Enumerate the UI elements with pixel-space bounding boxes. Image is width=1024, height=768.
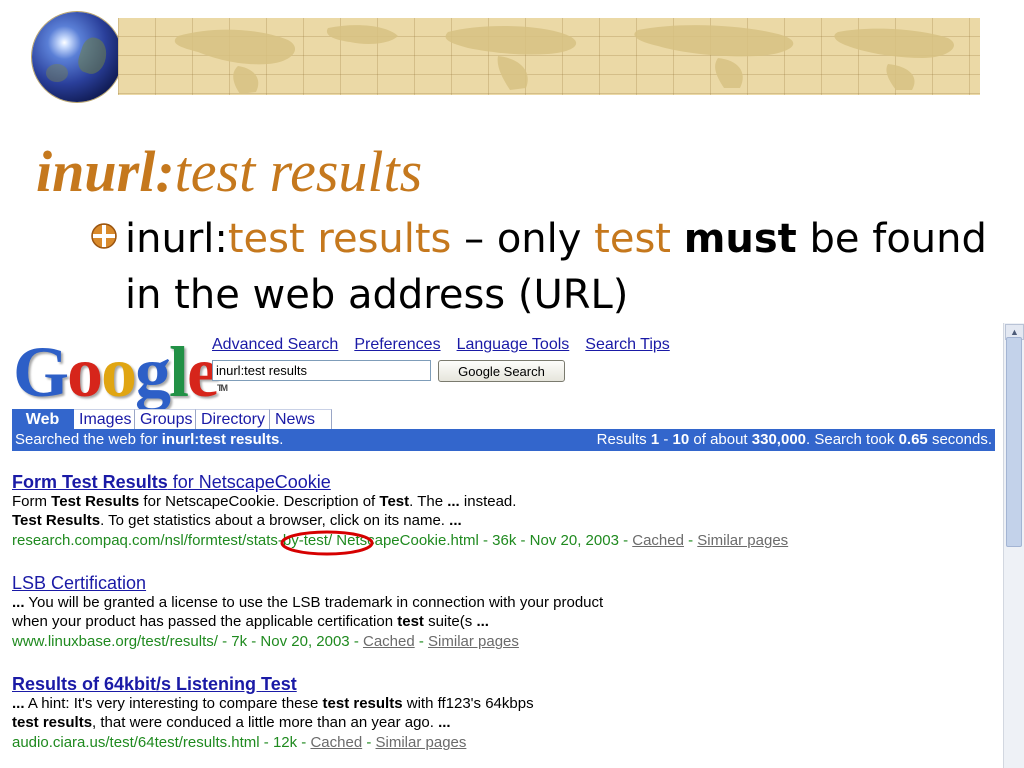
- world-map-banner: [118, 18, 980, 95]
- search-result: Form Test Results for NetscapeCookie For…: [12, 472, 972, 551]
- bullet-icon: [91, 223, 117, 249]
- bullet-test-word: test: [594, 216, 671, 262]
- result-snippet-line: test results, that were conduced a littl…: [12, 713, 972, 732]
- top-links: Advanced Search Preferences Language Tools…: [212, 336, 686, 354]
- cached-link[interactable]: Cached: [363, 633, 415, 650]
- snippet-text: instead.: [459, 493, 517, 510]
- preferences-link[interactable]: Preferences: [354, 336, 440, 353]
- google-results-screenshot: GoogleTM Advanced Search Preferences Langu…: [0, 323, 1024, 768]
- snippet-highlight: test results: [12, 714, 93, 731]
- bullet-text-part: – only: [451, 216, 595, 262]
- search-input[interactable]: [212, 360, 431, 381]
- snippet-text: suite(s: [423, 613, 477, 630]
- snippet-text: You will be granted a license to use the…: [24, 594, 604, 611]
- cached-link[interactable]: Cached: [632, 532, 684, 549]
- bullet-must-word: must: [683, 216, 797, 262]
- bullet-space: [671, 216, 684, 262]
- trademark-label: TM: [217, 383, 228, 393]
- red-ellipse-highlight: [280, 530, 374, 556]
- snippet-highlight: Test Results: [12, 512, 101, 529]
- snippet-text: with ff123's 64kbps: [402, 695, 534, 712]
- snippet-highlight: test: [397, 613, 424, 630]
- snippet-highlight: test results: [322, 695, 403, 712]
- similar-pages-link[interactable]: Similar pages: [376, 734, 467, 751]
- bullet-text: inurl:test results – only test must be f…: [125, 211, 995, 323]
- similar-pages-link[interactable]: Similar pages: [428, 633, 519, 650]
- google-logo[interactable]: GoogleTM: [13, 333, 228, 411]
- result-url: audio.ciara.us/test/64test/results.html …: [12, 734, 467, 751]
- tab-web[interactable]: Web: [12, 409, 74, 429]
- snippet-text: . The: [409, 493, 448, 510]
- snippet-text: when your product has passed the applica…: [12, 613, 398, 630]
- tab-news[interactable]: News: [270, 409, 332, 429]
- searched-for-text: Searched the web for inurl:test results.: [15, 431, 284, 448]
- result-snippet-line: ... A hint: It's very interesting to com…: [12, 694, 972, 713]
- snippet-highlight: ...: [449, 512, 462, 529]
- slide-title-operator: inurl:: [36, 139, 175, 204]
- result-snippet-line: Form Test Results for NetscapeCookie. De…: [12, 492, 972, 511]
- results-status-bar: Searched the web for inurl:test results.…: [12, 429, 995, 451]
- result-title-link[interactable]: Form Test Results for NetscapeCookie: [12, 472, 972, 492]
- tab-groups[interactable]: Groups: [135, 409, 196, 429]
- search-result: LSB Certification ... You will be grante…: [12, 573, 972, 652]
- slide-title: inurl:test results: [36, 138, 422, 205]
- google-search-button[interactable]: Google Search: [438, 360, 565, 382]
- bullet-query: test results: [227, 216, 452, 262]
- tab-directory[interactable]: Directory: [196, 409, 270, 429]
- scroll-thumb[interactable]: [1006, 337, 1022, 547]
- searched-query: inurl:test results: [161, 431, 280, 448]
- advanced-search-link[interactable]: Advanced Search: [212, 336, 338, 353]
- snippet-highlight: Test: [379, 493, 410, 510]
- snippet-highlight: ...: [438, 714, 451, 731]
- snippet-text: A hint: It's very interesting to compare…: [24, 695, 323, 712]
- bullet-operator: inurl:: [125, 216, 228, 262]
- result-title-link[interactable]: LSB Certification: [12, 573, 972, 593]
- result-snippet-line: when your product has passed the applica…: [12, 612, 972, 631]
- result-title-link[interactable]: Results of 64kbit/s Listening Test: [12, 674, 972, 694]
- snippet-text: , that were conduced a little more than …: [92, 714, 439, 731]
- snippet-text: Form: [12, 493, 52, 510]
- vertical-scrollbar[interactable]: ▲: [1003, 323, 1024, 768]
- snippet-highlight: ...: [12, 594, 25, 611]
- search-tips-link[interactable]: Search Tips: [585, 336, 669, 353]
- snippet-highlight: Test Results: [51, 493, 140, 510]
- snippet-highlight: ...: [476, 613, 489, 630]
- slide-title-query: test results: [174, 139, 423, 204]
- result-url: www.linuxbase.org/test/results/ - 7k - N…: [12, 633, 519, 650]
- snippet-highlight: ...: [447, 493, 460, 510]
- globe-icon: [32, 12, 122, 102]
- snippet-text: . To get statistics about a browser, cli…: [100, 512, 450, 529]
- results-count-text: Results 1 - 10 of about 330,000. Search …: [596, 431, 992, 448]
- search-result: Results of 64kbit/s Listening Test ... A…: [12, 674, 972, 753]
- result-url: research.compaq.com/nsl/formtest/stats-b…: [12, 532, 789, 549]
- cached-link[interactable]: Cached: [310, 734, 362, 751]
- language-tools-link[interactable]: Language Tools: [457, 336, 570, 353]
- snippet-highlight: ...: [12, 695, 25, 712]
- similar-pages-link[interactable]: Similar pages: [697, 532, 788, 549]
- tab-images[interactable]: Images: [74, 409, 135, 429]
- result-snippet-line: ... You will be granted a license to use…: [12, 593, 972, 612]
- result-snippet-line: Test Results. To get statistics about a …: [12, 511, 972, 530]
- snippet-text: for NetscapeCookie. Description of: [139, 493, 380, 510]
